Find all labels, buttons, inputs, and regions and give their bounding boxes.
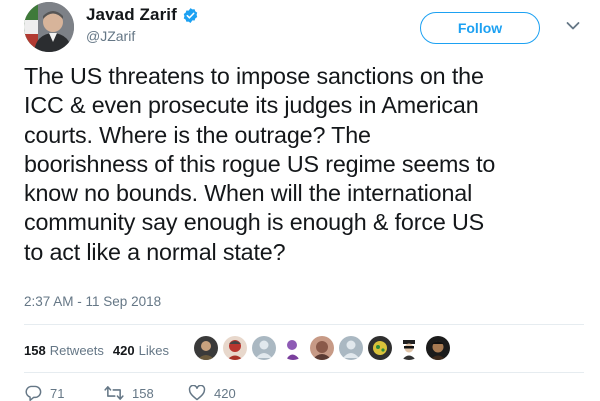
verified-badge-icon [182,7,199,24]
tweet-text-line: know no bounds. When will the internatio… [24,180,473,207]
tweet-text-line: ICC & even prosecute its judges in Ameri… [24,92,479,119]
chevron-down-icon[interactable] [566,18,580,30]
heart-icon [188,385,206,401]
tweet-actions: 71 158 420 [24,385,236,401]
tweet-text-line: The US threatens to impose sanctions on … [24,63,484,89]
tweet-text-line: boorishness of this rogue US regime seem… [24,150,496,177]
retweets-label: Retweets [49,342,104,358]
avatar[interactable] [223,336,247,360]
tweet-text: The US threatens to impose sanctions on … [24,62,592,267]
avatar[interactable] [426,336,450,360]
avatar[interactable] [310,336,334,360]
tweet-text-line: courts. Where is the outrage? The [24,121,371,148]
retweet-icon [104,385,124,401]
avatar[interactable] [397,336,421,360]
reply-icon [24,385,42,401]
retweets-count: 158 [24,342,46,358]
like-count: 420 [214,385,236,401]
avatar[interactable] [194,336,218,360]
likes-stat[interactable]: 420 Likes [113,343,169,358]
retweet-count: 158 [132,385,154,401]
author-name[interactable]: Javad Zarif [86,5,177,25]
tweet-card: Javad Zarif @JZarif Follow The US threat… [0,0,600,401]
like-button[interactable]: 420 [188,385,236,401]
author-handle[interactable]: @JZarif [86,28,199,44]
retweet-button[interactable]: 158 [104,385,188,401]
tweet-text-line: to act like a normal state? [24,238,286,265]
reply-button[interactable]: 71 [24,385,104,401]
likes-label: Likes [138,342,169,358]
liked-by-avatars [194,336,455,360]
author-name-row: Javad Zarif [86,3,199,27]
tweet-timestamp[interactable]: 2:37 AM - 11 Sep 2018 [24,294,161,309]
avatar[interactable] [368,336,392,360]
avatar[interactable] [281,336,305,360]
tweet-stats: 158 Retweets 420 Likes [24,340,178,360]
divider [24,372,584,373]
reply-count: 71 [50,385,65,401]
likes-count: 420 [112,342,135,358]
avatar[interactable] [339,336,363,360]
tweet-text-line: community say enough is enough & force U… [24,209,485,236]
author-avatar[interactable] [24,2,74,52]
follow-button[interactable]: Follow [420,12,540,44]
divider [24,324,584,325]
author-info: Javad Zarif @JZarif [86,3,199,44]
avatar[interactable] [252,336,276,360]
retweets-stat[interactable]: 158 Retweets [24,343,104,358]
